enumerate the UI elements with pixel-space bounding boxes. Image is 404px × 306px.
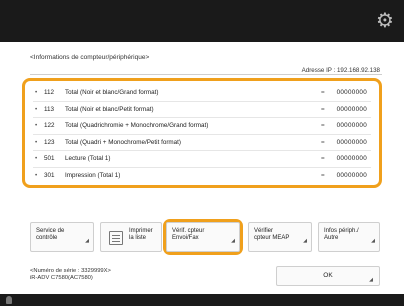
counter-number: 123 bbox=[44, 138, 55, 146]
counter-value: 00000000 bbox=[336, 138, 367, 146]
row-bullet: • bbox=[35, 122, 38, 129]
counter-label: Total (Noir et blanc/Petit format) bbox=[65, 105, 154, 113]
top-bar: ⚙ bbox=[0, 0, 404, 42]
caret-icon: ◢ bbox=[371, 238, 375, 244]
device-info-label-line1: Infos périph./ bbox=[324, 228, 359, 234]
caret-icon: ◢ bbox=[303, 238, 307, 244]
row-equals: = bbox=[321, 105, 325, 113]
counter-number: 112 bbox=[44, 89, 55, 96]
row-equals: = bbox=[321, 171, 325, 179]
row-bullet: • bbox=[35, 89, 38, 96]
status-icon bbox=[6, 296, 12, 304]
device-info-label-line2: Autre bbox=[324, 235, 339, 241]
counter-label: Lecture (Total 1) bbox=[65, 155, 111, 162]
print-list-label-line1: Imprimer bbox=[129, 228, 153, 234]
ok-label: OK bbox=[323, 272, 333, 279]
caret-icon: ◢ bbox=[369, 277, 373, 283]
counter-row: • 112 Total (Noir et blanc/Grand format)… bbox=[33, 85, 371, 102]
check-counter-label-line1: Vérif. cpteur bbox=[172, 228, 205, 234]
counter-row: • 122 Total (Quadrichromie + Monochrome/… bbox=[33, 118, 371, 135]
row-equals: = bbox=[321, 122, 325, 129]
caret-icon: ◢ bbox=[85, 238, 89, 244]
caret-icon: ◢ bbox=[231, 238, 235, 244]
print-list-label-line2: la liste bbox=[129, 235, 147, 241]
check-send-fax-counter-button[interactable]: Vérif. cpteur Envoi/Fax ◢ bbox=[166, 222, 240, 252]
counter-row: • 501 Lecture (Total 1) = 00000000 bbox=[33, 151, 371, 168]
row-equals: = bbox=[321, 138, 325, 146]
row-bullet: • bbox=[35, 105, 38, 113]
counter-number: 113 bbox=[44, 105, 55, 113]
counter-label: Total (Quadrichromie + Monochrome/Grand … bbox=[65, 122, 209, 129]
print-list-button[interactable]: Imprimer la liste bbox=[100, 222, 162, 252]
gear-icon[interactable]: ⚙ bbox=[374, 10, 396, 32]
device-info-button[interactable]: Infos périph./ Autre ◢ bbox=[318, 222, 380, 252]
list-print-icon bbox=[109, 231, 123, 245]
check-counter-label-line2: Envoi/Fax bbox=[172, 235, 199, 241]
counter-label: Total (Noir et blanc/Grand format) bbox=[65, 89, 159, 96]
ok-button[interactable]: OK ◢ bbox=[276, 266, 380, 286]
counter-value: 00000000 bbox=[336, 105, 367, 113]
counter-label: Total (Quadri + Monochrome/Petit format) bbox=[65, 138, 182, 146]
counter-row: • 113 Total (Noir et blanc/Petit format)… bbox=[33, 102, 371, 118]
serial-number: <Numéro de série : 3329999X> bbox=[30, 268, 111, 274]
counter-number: 301 bbox=[44, 171, 55, 179]
counter-value: 00000000 bbox=[336, 155, 367, 162]
meap-counter-label-line2: cpteur MEAP bbox=[254, 235, 290, 241]
counter-number: 501 bbox=[44, 155, 55, 162]
counter-row: • 301 Impression (Total 1) = 00000000 bbox=[33, 168, 371, 185]
bottom-bar bbox=[0, 294, 404, 306]
row-bullet: • bbox=[35, 171, 38, 179]
counter-value: 00000000 bbox=[336, 122, 367, 129]
counter-value: 00000000 bbox=[336, 89, 367, 96]
counter-value: 00000000 bbox=[336, 171, 367, 179]
serial-info: <Numéro de série : 3329999X> iR-ADV C758… bbox=[30, 268, 111, 282]
row-equals: = bbox=[321, 155, 325, 162]
device-model: iR-ADV C7580(AC7580) bbox=[30, 275, 93, 281]
page-title: <Informations de compteur/périphérique> bbox=[30, 54, 150, 61]
counter-row: • 123 Total (Quadri + Monochrome/Petit f… bbox=[33, 135, 371, 151]
ip-address: Adresse IP : 192.168.92.138 bbox=[301, 67, 380, 74]
service-check-label-line1: Service de bbox=[36, 228, 65, 234]
counter-label: Impression (Total 1) bbox=[65, 171, 121, 179]
row-equals: = bbox=[321, 89, 325, 96]
counter-list: • 112 Total (Noir et blanc/Grand format)… bbox=[22, 78, 382, 188]
row-bullet: • bbox=[35, 138, 38, 146]
header-divider bbox=[30, 74, 382, 75]
counter-number: 122 bbox=[44, 122, 55, 129]
meap-counter-label-line1: Vérifier bbox=[254, 228, 274, 234]
row-bullet: • bbox=[35, 155, 38, 162]
check-meap-counter-button[interactable]: Vérifier cpteur MEAP ◢ bbox=[248, 222, 312, 252]
service-check-label-line2: contrôle bbox=[36, 235, 58, 241]
service-check-button[interactable]: Service de contrôle ◢ bbox=[30, 222, 94, 252]
